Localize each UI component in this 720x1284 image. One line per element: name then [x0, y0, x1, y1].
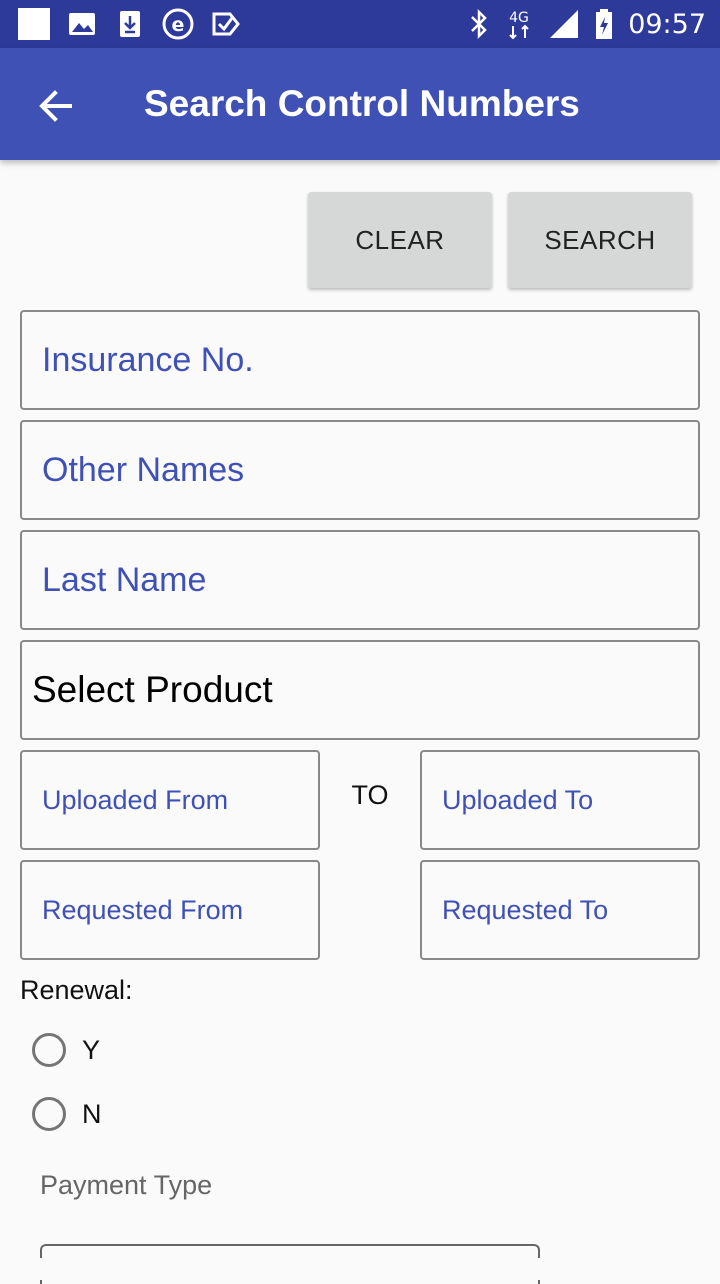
radio-unchecked-icon[interactable]	[32, 1033, 66, 1067]
status-bar-notifications: e	[18, 8, 242, 40]
checkmark-app-icon	[210, 8, 242, 40]
4g-data-icon: 4G	[504, 8, 534, 40]
renewal-option-label: Y	[82, 1034, 101, 1065]
requested-from-input[interactable]: Requested From	[20, 860, 320, 960]
app-bar: Search Control Numbers	[0, 48, 720, 160]
renewal-option-y[interactable]: Y	[32, 1033, 100, 1067]
renewal-option-label: N	[82, 1098, 102, 1129]
requested-to-placeholder: Requested To	[442, 894, 609, 925]
clear-button[interactable]: CLEAR	[308, 192, 492, 288]
renewal-option-n[interactable]: N	[32, 1097, 102, 1131]
search-button[interactable]: SEARCH	[508, 192, 692, 288]
status-bar: e 4G 09:57	[0, 0, 720, 48]
last-name-input[interactable]: Last Name	[20, 530, 700, 630]
to-label: TO	[351, 780, 389, 810]
last-name-placeholder: Last Name	[42, 560, 207, 599]
download-icon	[114, 8, 146, 40]
payment-type-label: Payment Type	[40, 1170, 213, 1200]
battery-icon	[594, 8, 614, 40]
arrow-back-icon	[39, 90, 72, 122]
other-names-input[interactable]: Other Names	[20, 420, 700, 520]
renewal-label: Renewal:	[20, 975, 133, 1005]
e-app-icon: e	[162, 8, 194, 40]
page-title: Search Control Numbers	[144, 83, 580, 124]
image-icon	[66, 8, 98, 40]
svg-text:e: e	[172, 14, 185, 36]
product-select-value: Select Product	[32, 669, 273, 710]
uploaded-to-placeholder: Uploaded To	[442, 784, 594, 815]
uploaded-to-input[interactable]: Uploaded To	[420, 750, 700, 850]
uploaded-from-placeholder: Uploaded From	[42, 784, 229, 815]
bluetooth-icon	[468, 8, 490, 40]
signal-icon	[548, 8, 580, 40]
insurance-no-input[interactable]: Insurance No.	[20, 310, 700, 410]
insurance-no-placeholder: Insurance No.	[42, 340, 254, 379]
other-names-placeholder: Other Names	[42, 450, 245, 489]
status-time: 09:57	[628, 8, 706, 40]
requested-from-placeholder: Requested From	[42, 894, 244, 925]
status-bar-system: 4G 09:57	[468, 0, 706, 48]
network-type-label: 4G	[509, 10, 529, 26]
requested-to-input[interactable]: Requested To	[420, 860, 700, 960]
radio-unchecked-icon[interactable]	[32, 1097, 66, 1131]
uploaded-from-input[interactable]: Uploaded From	[20, 750, 320, 850]
bottom-edge	[0, 1258, 720, 1280]
back-button[interactable]	[28, 76, 84, 132]
product-select[interactable]: Select Product	[20, 640, 700, 740]
notification-square-icon	[18, 8, 50, 40]
